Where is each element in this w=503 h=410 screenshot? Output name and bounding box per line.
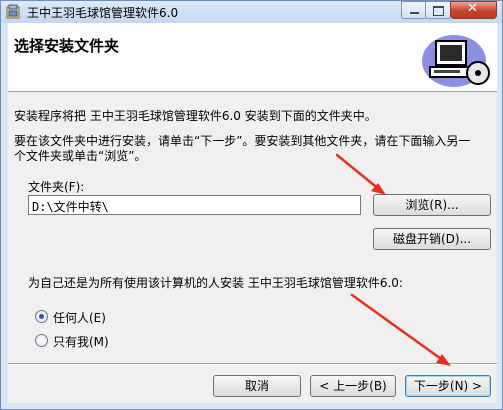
install-for-question: 为自己还是为所有使用该计算机的人安装 王中王羽毛球馆管理软件6.0:: [28, 276, 403, 290]
minimize-icon[interactable]: [401, 1, 427, 19]
page-title: 选择安装文件夹: [14, 37, 120, 55]
footer-divider: [8, 363, 497, 365]
instructions-line-2: 个文件夹或单击“浏览”。: [14, 149, 147, 163]
window-title: 王中王羽毛球馆管理软件6.0: [27, 6, 179, 20]
folder-path-input[interactable]: D:\文件中转\: [28, 195, 361, 215]
cancel-button[interactable]: 取消: [213, 375, 301, 397]
title-bar[interactable]: 王中王羽毛球馆管理软件6.0 ✕: [1, 1, 502, 23]
computer-cd-icon: [422, 35, 490, 87]
browse-button[interactable]: 浏览(R)...: [373, 194, 491, 216]
intro-text: 安装程序将把 王中王羽毛球馆管理软件6.0 安装到下面的文件夹中。: [14, 109, 377, 123]
header-banner: 选择安装文件夹: [8, 23, 497, 92]
disk-cost-button[interactable]: 磁盘开销(D)...: [373, 228, 491, 250]
radio-just-me[interactable]: [35, 334, 48, 347]
dialog-client: 选择安装文件夹 安装程序将把 王中王羽毛球馆管理软件6.0 安装到下面的文件夹中…: [8, 23, 497, 403]
folder-label: 文件夹(F):: [28, 180, 85, 194]
close-icon[interactable]: ✕: [450, 1, 497, 19]
installer-window: 王中王羽毛球馆管理软件6.0 ✕ 选择安装文件夹 安装程序将把 王中王羽毛球馆管…: [0, 0, 503, 410]
radio-everyone[interactable]: [35, 310, 48, 323]
radio-everyone-label[interactable]: 任何人(E): [53, 309, 106, 326]
next-button[interactable]: 下一步(N) >: [405, 375, 491, 397]
radio-just-me-label[interactable]: 只有我(M): [53, 333, 109, 350]
back-button[interactable]: < 上一步(B): [310, 375, 396, 397]
maximize-icon[interactable]: [425, 1, 451, 19]
installer-icon: [6, 4, 20, 19]
